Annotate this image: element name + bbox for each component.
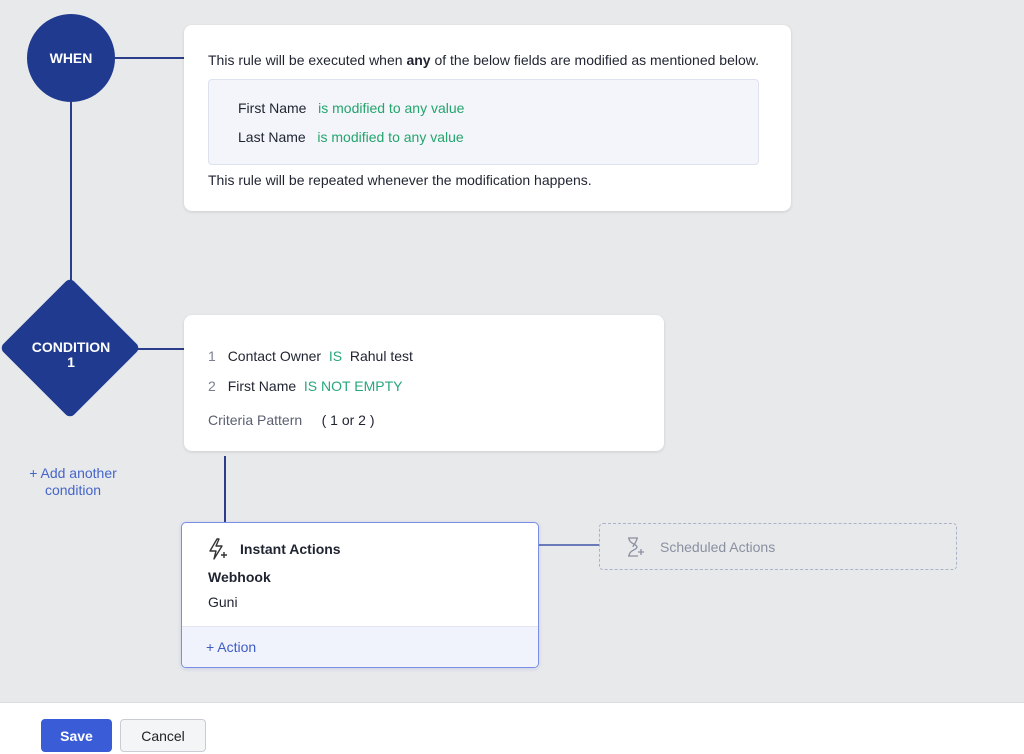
when-intro-pre: This rule will be executed when	[208, 52, 407, 68]
save-button[interactable]: Save	[41, 719, 112, 752]
cancel-button[interactable]: Cancel	[120, 719, 206, 752]
condition-card[interactable]: 1 Contact Owner IS Rahul test 2 First Na…	[184, 315, 664, 451]
criteria-operator: IS	[328, 348, 343, 364]
when-intro-bold: any	[406, 52, 431, 68]
criteria-row: 2 First Name IS NOT EMPTY	[208, 378, 402, 394]
when-label: WHEN	[49, 50, 93, 66]
field-value: any value	[404, 100, 465, 116]
instant-actions-card[interactable]: Instant Actions Webhook Guni + Action	[181, 522, 539, 668]
criteria-pattern-label: Criteria Pattern	[208, 412, 303, 428]
criteria-number: 1	[208, 348, 216, 364]
footer-bar: Save Cancel	[0, 702, 1024, 754]
condition-label: CONDITION 1	[10, 340, 132, 370]
when-intro: This rule will be executed when any of t…	[208, 52, 759, 68]
when-intro-post: of the below fields are modified as ment…	[430, 52, 759, 68]
scheduled-actions-box[interactable]: Scheduled Actions	[599, 523, 957, 570]
when-condition-connector	[70, 102, 72, 298]
field-condition: is modified to	[318, 100, 401, 116]
field-name: Last Name	[238, 129, 306, 145]
criteria-field: First Name	[227, 378, 297, 394]
criteria-operator: IS NOT EMPTY	[303, 378, 403, 394]
condition-label-line1: CONDITION	[31, 339, 111, 355]
condition-label-line2: 1	[67, 354, 75, 370]
field-row: First Name is modified to any value	[238, 100, 464, 116]
field-value: any value	[403, 129, 464, 145]
condition-action-connector	[224, 456, 226, 523]
when-node[interactable]: WHEN	[27, 14, 115, 102]
add-condition-line1: + Add another	[29, 465, 117, 481]
instant-actions-footer: + Action	[182, 626, 538, 667]
criteria-row: 1 Contact Owner IS Rahul test	[208, 348, 413, 364]
field-row: Last Name is modified to any value	[238, 129, 464, 145]
add-action-button[interactable]: + Action	[206, 639, 256, 655]
when-card[interactable]: This rule will be executed when any of t…	[184, 25, 791, 211]
criteria-value: Rahul test	[349, 348, 413, 364]
criteria-field: Contact Owner	[227, 348, 322, 364]
action-type: Webhook	[208, 569, 271, 585]
field-condition: is modified to	[317, 129, 400, 145]
repeat-text: This rule will be repeated whenever the …	[208, 172, 592, 188]
instant-actions-title: Instant Actions	[240, 541, 341, 557]
action-name[interactable]: Guni	[208, 594, 238, 610]
hourglass-plus-icon	[628, 536, 644, 557]
lightning-plus-icon	[209, 538, 227, 560]
criteria-number: 2	[208, 378, 216, 394]
instant-actions-header: Instant Actions	[206, 537, 341, 561]
when-connector	[115, 57, 185, 59]
add-condition-line2: condition	[44, 482, 102, 498]
modified-fields-box: First Name is modified to any value Last…	[208, 79, 759, 165]
workflow-canvas: WHEN This rule will be executed when any…	[0, 0, 1024, 702]
scheduled-actions-title: Scheduled Actions	[660, 538, 776, 555]
actions-connector	[537, 544, 599, 546]
criteria-pattern: Criteria Pattern ( 1 or 2 )	[208, 412, 375, 428]
criteria-pattern-value: ( 1 or 2 )	[321, 412, 375, 428]
add-another-condition-link[interactable]: + Add another condition	[20, 465, 126, 499]
field-name: First Name	[238, 100, 307, 116]
